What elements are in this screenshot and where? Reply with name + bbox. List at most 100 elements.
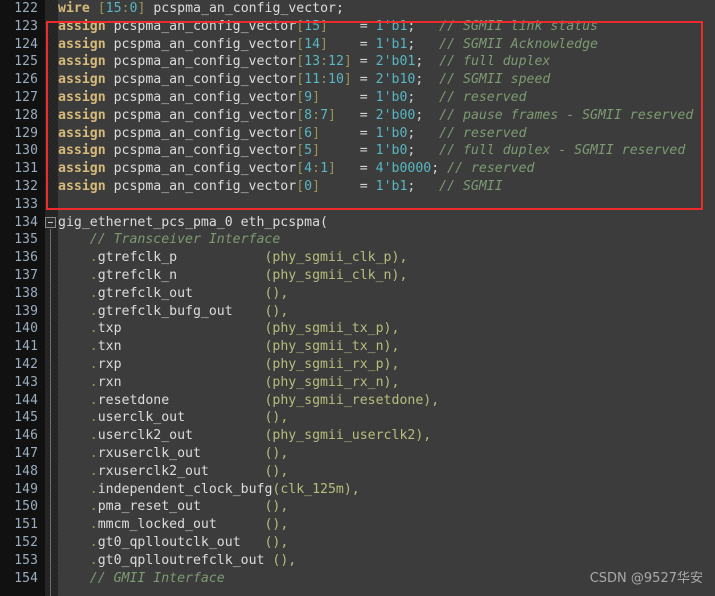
token-punct (58, 357, 90, 372)
token-brk: ] (312, 125, 321, 141)
token-num: 15 (304, 18, 321, 34)
code-line[interactable]: 126 assign pcspma_an_config_vector[11:10]… (0, 71, 715, 89)
token-num: 7 (320, 107, 329, 123)
code-line[interactable]: 141 .txn (phy_sgmii_tx_n), (0, 338, 715, 356)
code-text[interactable]: .gtrefclk_bufg_out (), (58, 303, 289, 321)
code-text[interactable]: .rxuserclk2_out (), (58, 463, 289, 481)
code-line[interactable]: 135 // Transceiver Interface (0, 231, 715, 249)
token-dot: . (89, 374, 98, 390)
token-port: gt0_qplloutrefclk_out (97, 552, 265, 568)
code-line[interactable]: 150 .pma_reset_out (), (0, 498, 715, 516)
token-brk: ] (328, 161, 336, 177)
code-text[interactable]: assign pcspma_an_config_vector[11:10] = … (58, 71, 550, 89)
code-line[interactable]: 144 .resetdone (phy_sgmii_resetdone), (0, 392, 715, 410)
code-text[interactable]: .mmcm_locked_out (), (58, 516, 289, 534)
code-line[interactable]: 133 (0, 196, 715, 214)
code-line[interactable]: 151 .mmcm_locked_out (), (0, 516, 715, 534)
code-text[interactable]: .pma_reset_out (), (58, 498, 289, 516)
code-text[interactable]: assign pcspma_an_config_vector[4:1] = 4'… (58, 160, 534, 178)
code-lines[interactable]: 122 wire [15:0] pcspma_an_config_vector; 1… (0, 0, 715, 587)
line-number: 147 (14, 445, 38, 461)
code-text[interactable]: assign pcspma_an_config_vector[14] = 1'b… (58, 36, 598, 54)
code-text[interactable]: .txp (phy_sgmii_tx_p), (58, 320, 400, 338)
code-text[interactable]: .userclk2_out (phy_sgmii_userclk2), (58, 427, 431, 445)
code-text[interactable]: .userclk_out (), (58, 409, 289, 427)
token-brk: [ (296, 178, 305, 194)
line-number: 134 (14, 214, 38, 230)
code-line[interactable]: 136 .gtrefclk_p (phy_sgmii_clk_p), (0, 249, 715, 267)
code-line[interactable]: 149 .independent_clock_bufg(clk_125m), (0, 481, 715, 499)
code-editor[interactable]: 122 wire [15:0] pcspma_an_config_vector; 1… (0, 0, 715, 596)
code-line[interactable]: 124 assign pcspma_an_config_vector[14] = … (0, 36, 715, 54)
code-text[interactable]: gig_ethernet_pcs_pma_0 eth_pcspma( (58, 214, 328, 232)
code-line[interactable]: 128 assign pcspma_an_config_vector[8:7] =… (0, 107, 715, 125)
code-text[interactable]: .gt0_qplloutrefclk_out (), (58, 552, 296, 570)
code-text[interactable]: .rxuserclk_out (), (58, 445, 289, 463)
token-port: resetdone (97, 392, 170, 408)
code-line[interactable]: 147 .rxuserclk_out (), (0, 445, 715, 463)
token-sig: (), (264, 445, 289, 461)
code-line[interactable]: 146 .userclk2_out (phy_sgmii_userclk2), (0, 427, 715, 445)
code-text[interactable]: assign pcspma_an_config_vector[0] = 1'b1… (58, 178, 503, 196)
token-brk: [ (296, 36, 305, 52)
token-cmt: // SGMII (439, 178, 503, 194)
code-line[interactable]: 140 .txp (phy_sgmii_tx_p), (0, 320, 715, 338)
token-punct: ; (407, 89, 440, 105)
line-number: 131 (14, 161, 38, 177)
code-text[interactable]: .txn (phy_sgmii_tx_n), (58, 338, 400, 356)
token-id: pcspma_an_config_vector (105, 18, 297, 34)
code-line[interactable]: 137 .gtrefclk_n (phy_sgmii_clk_n), (0, 267, 715, 285)
code-text[interactable]: .gtrefclk_n (phy_sgmii_clk_n), (58, 267, 408, 285)
code-line[interactable]: 130 assign pcspma_an_config_vector[5] = 1… (0, 142, 715, 160)
token-num: 2'b01 (375, 54, 416, 70)
code-text[interactable]: assign pcspma_an_config_vector[6] = 1'b0… (58, 125, 527, 143)
line-number: 146 (14, 428, 38, 444)
line-number: 152 (14, 534, 38, 550)
token-num: 1'b0 (375, 89, 408, 105)
code-line[interactable]: 129 assign pcspma_an_config_vector[6] = 1… (0, 125, 715, 143)
code-text[interactable]: assign pcspma_an_config_vector[8:7] = 2'… (58, 107, 693, 125)
code-line[interactable]: 153 .gt0_qplloutrefclk_out (), (0, 552, 715, 570)
token-punct: ; (415, 54, 440, 70)
token-kw: assign (58, 36, 106, 52)
token-kw: assign (58, 18, 106, 34)
code-text[interactable]: .independent_clock_bufg(clk_125m), (58, 481, 360, 499)
code-line[interactable]: 134 gig_ethernet_pcs_pma_0 eth_pcspma( (0, 214, 715, 232)
code-line[interactable]: 122 wire [15:0] pcspma_an_config_vector; (0, 0, 715, 18)
code-text[interactable]: .gtrefclk_p (phy_sgmii_clk_p), (58, 249, 408, 267)
code-text[interactable]: .rxn (phy_sgmii_rx_n), (58, 374, 400, 392)
code-line[interactable]: 139 .gtrefclk_bufg_out (), (0, 303, 715, 321)
line-number: 144 (14, 392, 38, 408)
code-text[interactable]: .resetdone (phy_sgmii_resetdone), (58, 392, 439, 410)
code-line[interactable]: 152 .gt0_qplloutclk_out (), (0, 534, 715, 552)
token-punct (177, 250, 264, 265)
token-punct (58, 482, 90, 497)
code-text[interactable]: assign pcspma_an_config_vector[5] = 1'b0… (58, 142, 685, 160)
token-sig: (phy_sgmii_userclk2), (264, 428, 432, 444)
code-text[interactable]: assign pcspma_an_config_vector[9] = 1'b0… (58, 89, 527, 107)
token-punct (169, 393, 264, 408)
code-text[interactable]: // GMII Interface (58, 570, 225, 588)
token-cmt: // full duplex - SGMII reserved (439, 143, 686, 159)
code-line[interactable]: 127 assign pcspma_an_config_vector[9] = 1… (0, 89, 715, 107)
token-num: 2'b10 (375, 72, 416, 88)
code-text[interactable]: .gtrefclk_out (), (58, 285, 289, 303)
code-line[interactable]: 145 .userclk_out (), (0, 409, 715, 427)
code-line[interactable]: 132 assign pcspma_an_config_vector[0] = 1… (0, 178, 715, 196)
code-text[interactable]: .rxp (phy_sgmii_rx_p), (58, 356, 400, 374)
code-line[interactable]: 123 assign pcspma_an_config_vector[15] = … (0, 18, 715, 36)
code-line[interactable]: 125 assign pcspma_an_config_vector[13:12]… (0, 53, 715, 71)
code-text[interactable]: // Transceiver Interface (58, 231, 281, 249)
code-line[interactable]: 148 .rxuserclk2_out (), (0, 463, 715, 481)
code-text[interactable]: .gt0_qplloutclk_out (), (58, 534, 289, 552)
code-line[interactable]: 138 .gtrefclk_out (), (0, 285, 715, 303)
fold-collapse-icon[interactable] (45, 216, 56, 228)
code-text[interactable]: assign pcspma_an_config_vector[15] = 1'b… (58, 18, 598, 36)
token-num: 9 (304, 89, 313, 105)
code-line[interactable]: 142 .rxp (phy_sgmii_rx_p), (0, 356, 715, 374)
code-line[interactable]: 143 .rxn (phy_sgmii_rx_n), (0, 374, 715, 392)
code-line[interactable]: 131 assign pcspma_an_config_vector[4:1] =… (0, 160, 715, 178)
code-text[interactable]: wire [15:0] pcspma_an_config_vector; (58, 0, 344, 18)
code-text[interactable]: assign pcspma_an_config_vector[13:12] = … (58, 53, 550, 71)
token-kw: assign (58, 178, 106, 194)
